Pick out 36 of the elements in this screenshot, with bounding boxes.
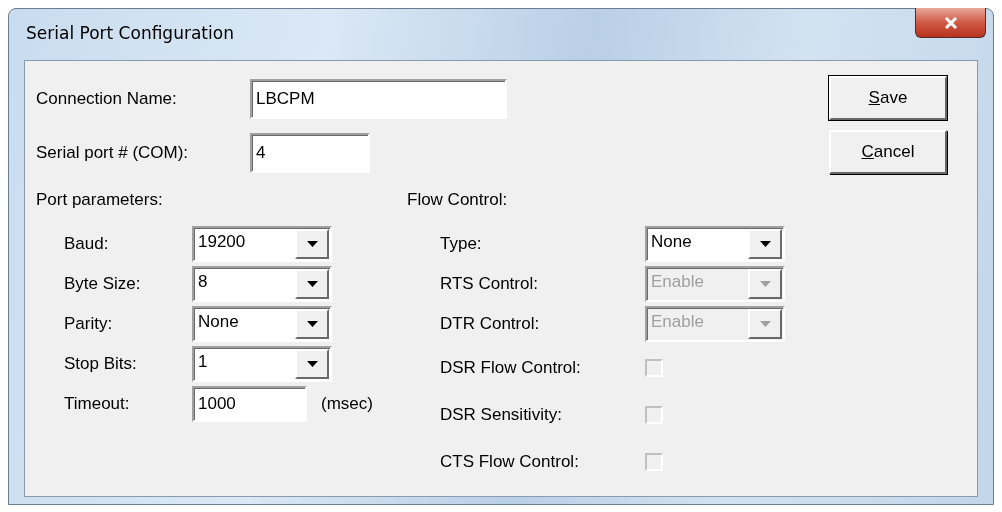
field-label: Baud: [64,234,110,254]
dropdown[interactable]: 8 [192,266,332,302]
field-label: DTR Control: [440,314,541,334]
close-icon [943,16,958,29]
dropdown-arrow-icon [306,241,318,247]
dropdown-arrow-icon [306,321,318,327]
dropdown-arrow-icon [759,321,771,327]
dropdown-arrow-icon [306,281,318,287]
field-label: Byte Size: [64,274,142,294]
input-field[interactable]: LBCPM [250,79,507,119]
window-title: Serial Port Configuration [26,23,234,43]
field-label: Timeout: [64,394,131,414]
field-label: CTS Flow Control: [440,451,580,472]
unit-label: (msec) [321,394,373,414]
close-button[interactable] [915,8,986,38]
cancel-button[interactable]: Cancel [829,130,947,174]
dropdown[interactable]: 1 [192,346,332,382]
dropdown[interactable]: None [192,306,332,342]
dropdown-arrow-icon [759,241,771,247]
dropdown-arrow-icon [759,281,771,287]
section-heading: Flow Control: [407,190,509,210]
section-heading: Port parameters: [36,190,164,210]
dropdown[interactable]: None [645,226,785,262]
input-field[interactable]: 4 [250,133,370,173]
field-label: Type: [440,234,483,254]
field-label: Serial port # (COM): [36,143,190,163]
field-label: RTS Control: [440,274,539,294]
field-label: DSR Sensitivity: [440,404,563,425]
dropdown[interactable]: 19200 [192,226,332,262]
field-label: Stop Bits: [64,354,138,374]
field-label: Connection Name: [36,89,178,109]
field-label: DSR Flow Control: [440,357,582,378]
dropdown-arrow-icon [306,361,318,367]
field-label: Parity: [64,314,114,334]
input-field[interactable]: 1000 [192,386,307,422]
save-button[interactable]: Save [829,76,947,120]
